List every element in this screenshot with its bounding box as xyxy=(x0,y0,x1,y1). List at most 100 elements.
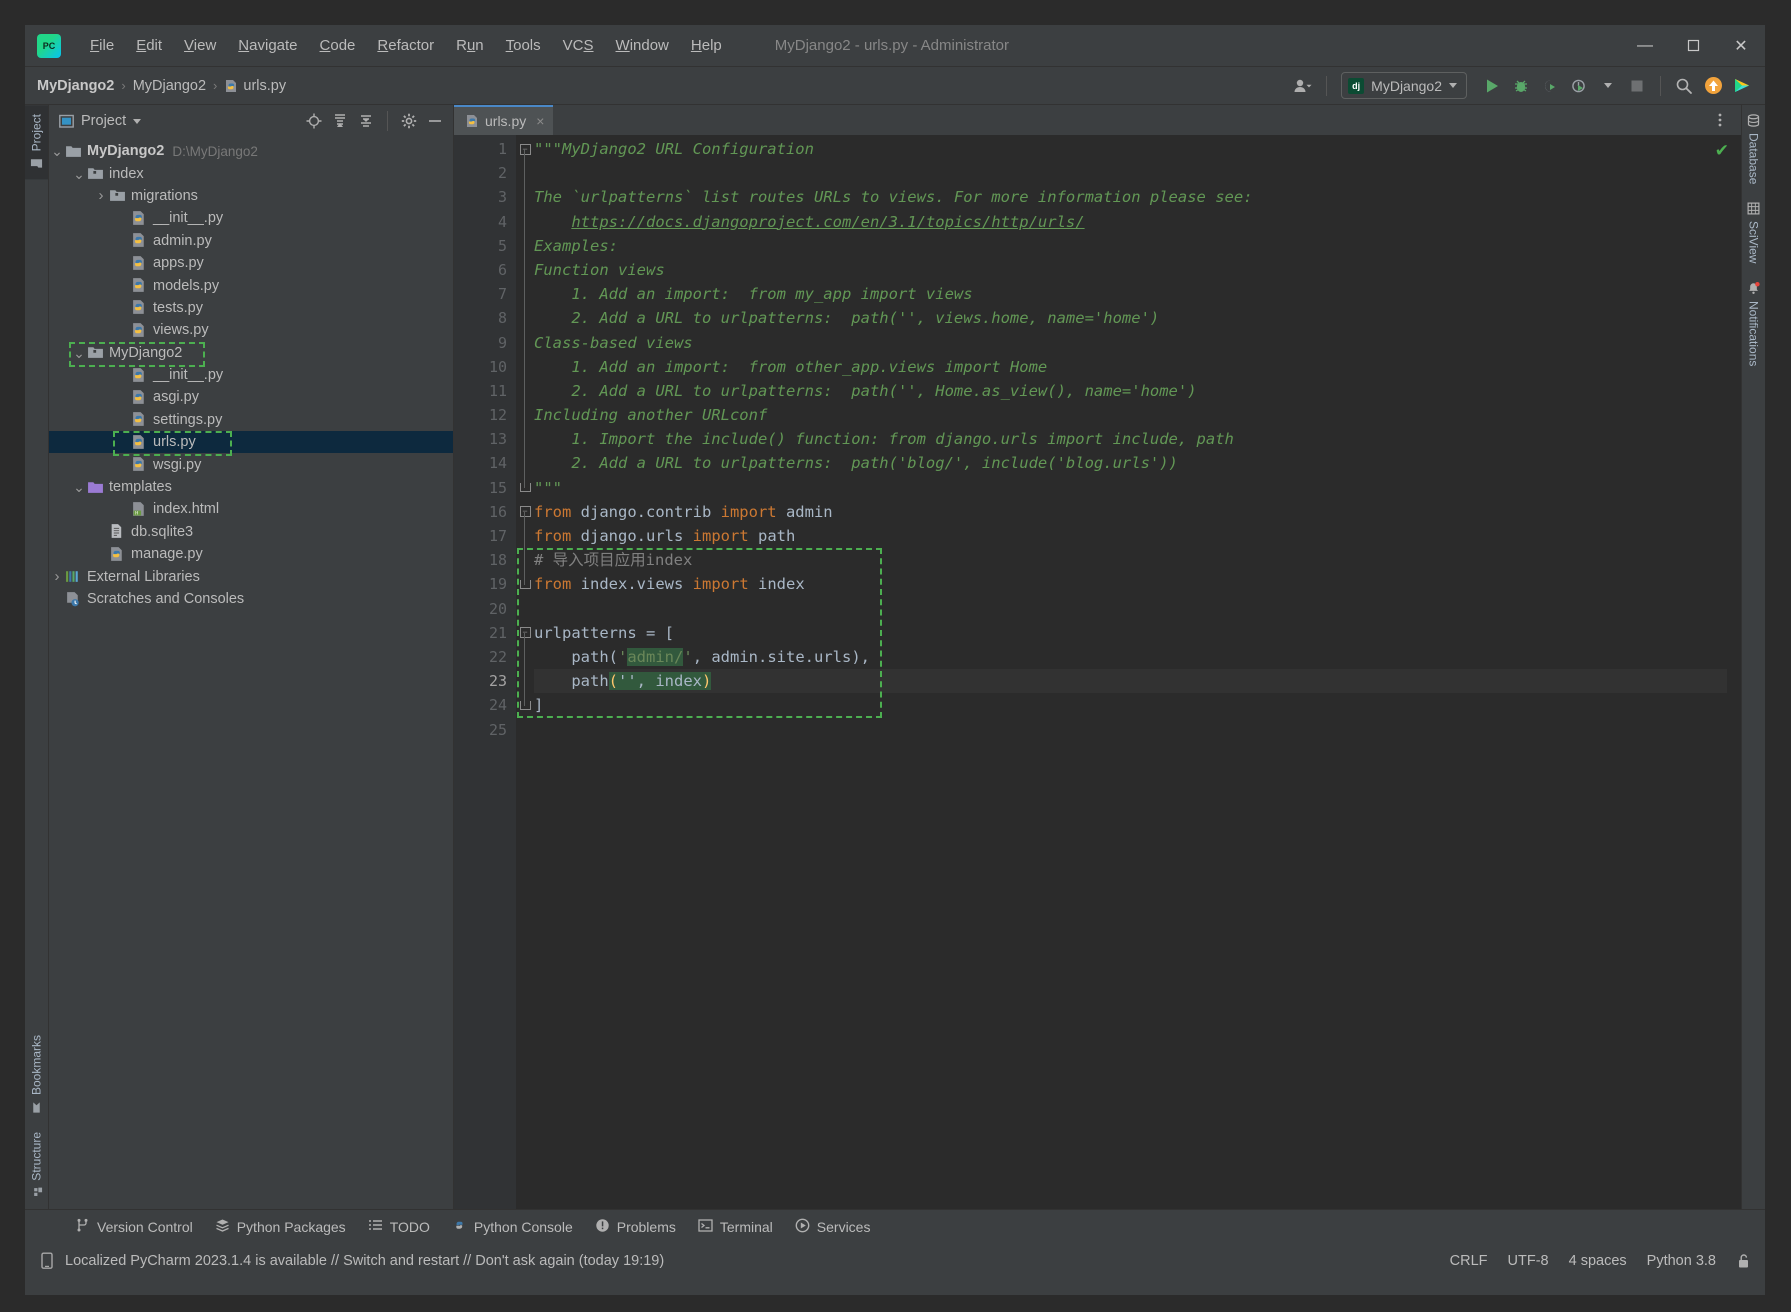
close-button[interactable]: ✕ xyxy=(1717,26,1765,66)
run-configuration-selector[interactable]: dj MyDjango2 xyxy=(1341,72,1467,99)
breadcrumb-item-2[interactable]: urls.py xyxy=(224,78,286,94)
menu-item-edit[interactable]: Edit xyxy=(125,33,173,58)
code-line[interactable]: path('admin/', admin.site.urls), xyxy=(534,645,1727,669)
tree-item-urls-py[interactable]: urls.py xyxy=(49,431,453,457)
tree-item-models-py[interactable]: models.py xyxy=(49,274,453,296)
code-line[interactable]: The `urlpatterns` list routes URLs to vi… xyxy=(534,185,1727,209)
chevron-down-icon[interactable] xyxy=(1595,73,1621,99)
tool-window-terminal[interactable]: Terminal xyxy=(698,1218,773,1236)
tree-item-external-libraries[interactable]: › External Libraries xyxy=(49,565,453,587)
code-line[interactable]: from index.views import index xyxy=(534,572,1727,596)
tool-window-python-console[interactable]: Python Console xyxy=(452,1218,573,1236)
chevron-down-icon[interactable]: ⌄ xyxy=(71,346,87,360)
run-coverage-icon[interactable] xyxy=(1537,73,1563,99)
tool-window-problems[interactable]: Problems xyxy=(595,1218,676,1236)
fold-toggle-icon[interactable]: − xyxy=(516,137,534,161)
tree-item-migrations[interactable]: › migrations xyxy=(49,185,453,207)
fold-toggle-icon[interactable]: − xyxy=(516,500,534,524)
sidebar-tab-notifications[interactable]: Notifications xyxy=(1742,273,1765,375)
menu-item-view[interactable]: View xyxy=(173,33,227,58)
tool-window-todo[interactable]: TODO xyxy=(368,1218,430,1236)
tree-item-templates[interactable]: ⌄ templates xyxy=(49,476,453,498)
code-line[interactable] xyxy=(534,161,1727,185)
code-line[interactable]: Class-based views xyxy=(534,331,1727,355)
menu-item-help[interactable]: Help xyxy=(680,33,733,58)
collapse-all-icon[interactable] xyxy=(354,109,378,133)
hide-panel-icon[interactable] xyxy=(423,109,447,133)
tree-item-settings-py[interactable]: settings.py xyxy=(49,409,453,431)
tree-item-manage-py[interactable]: manage.py xyxy=(49,543,453,565)
sidebar-tab-project[interactable]: Project xyxy=(25,105,48,180)
editor-scrollbar[interactable] xyxy=(1727,135,1741,1209)
run-icon[interactable] xyxy=(1479,73,1505,99)
code-line[interactable]: """MyDjango2 URL Configuration xyxy=(534,137,1727,161)
breadcrumb-item-0[interactable]: MyDjango2 xyxy=(37,78,114,94)
code-line[interactable]: 2. Add a URL to urlpatterns: path('blog/… xyxy=(534,451,1727,475)
stop-icon[interactable] xyxy=(1624,73,1650,99)
chevron-down-icon[interactable]: ⌄ xyxy=(71,167,87,181)
code-line[interactable]: 2. Add a URL to urlpatterns: path('', Ho… xyxy=(534,379,1727,403)
locate-icon[interactable] xyxy=(302,109,326,133)
code-line[interactable] xyxy=(534,718,1727,742)
sidebar-tab-database[interactable]: Database xyxy=(1742,105,1765,193)
ide-feature-icon[interactable] xyxy=(1729,73,1755,99)
code-editor[interactable]: 1 2 3 4 5 6 7 8 9 10 11 12 13 14 15 16 17 18 19 20 21 22 23 24 2… xyxy=(454,135,1741,1209)
tree-item-init-py[interactable]: __init__.py xyxy=(49,207,453,229)
tree-item-index-html[interactable]: Hindex.html xyxy=(49,498,453,520)
expand-all-icon[interactable] xyxy=(328,109,352,133)
tree-item-index[interactable]: ⌄ index xyxy=(49,162,453,184)
code-line[interactable]: # 导入项目应用index xyxy=(534,548,1727,572)
fold-toggle-icon[interactable] xyxy=(516,476,534,500)
code-line[interactable]: urlpatterns = [ xyxy=(534,621,1727,645)
tree-item-db-sqlite3[interactable]: db.sqlite3 xyxy=(49,521,453,543)
code-line[interactable]: Function views xyxy=(534,258,1727,282)
chevron-down-icon[interactable] xyxy=(133,118,142,124)
sidebar-tab-structure[interactable]: Structure xyxy=(25,1123,48,1209)
status-message[interactable]: Localized PyCharm 2023.1.4 is available … xyxy=(65,1253,664,1269)
code-line[interactable]: Including another URLconf xyxy=(534,403,1727,427)
tree-item-apps-py[interactable]: apps.py xyxy=(49,252,453,274)
interpreter-status[interactable]: Python 3.8 xyxy=(1647,1253,1716,1269)
code-line[interactable]: 1. Add an import: from other_app.views i… xyxy=(534,355,1727,379)
notification-icon[interactable] xyxy=(39,1252,55,1270)
chevron-right-icon[interactable]: › xyxy=(49,568,65,585)
tree-item-wsgi-py[interactable]: wsgi.py xyxy=(49,453,453,475)
menu-item-navigate[interactable]: Navigate xyxy=(227,33,308,58)
minimize-button[interactable]: — xyxy=(1621,26,1669,66)
unlocked-icon[interactable] xyxy=(1736,1253,1751,1269)
user-account-icon[interactable] xyxy=(1290,73,1316,99)
code-line[interactable]: 1. Add an import: from my_app import vie… xyxy=(534,282,1727,306)
maximize-button[interactable] xyxy=(1669,26,1717,66)
breadcrumb-item-1[interactable]: MyDjango2 xyxy=(133,78,206,94)
tree-item-asgi-py[interactable]: asgi.py xyxy=(49,386,453,408)
tree-item-mydjango2[interactable]: ⌄ MyDjango2 D:\MyDjango2 xyxy=(49,140,453,162)
tree-item-init-py[interactable]: __init__.py xyxy=(49,364,453,386)
sidebar-tab-sciview[interactable]: SciView xyxy=(1742,193,1765,272)
fold-toggle-icon[interactable] xyxy=(516,693,534,717)
indent-status[interactable]: 4 spaces xyxy=(1569,1253,1627,1269)
menu-item-run[interactable]: Run xyxy=(445,33,495,58)
fold-toggle-icon[interactable]: − xyxy=(516,621,534,645)
code-line[interactable]: path('', index) xyxy=(534,669,1727,694)
debug-icon[interactable] xyxy=(1508,73,1534,99)
menu-item-window[interactable]: Window xyxy=(605,33,680,58)
tool-window-version-control[interactable]: Version Control xyxy=(75,1218,193,1236)
code-line[interactable]: from django.contrib import admin xyxy=(534,500,1727,524)
chevron-down-icon[interactable]: ⌄ xyxy=(49,144,65,158)
chevron-right-icon[interactable]: › xyxy=(93,187,109,204)
profile-icon[interactable] xyxy=(1566,73,1592,99)
editor-tab-urls-py[interactable]: urls.py × xyxy=(454,105,554,135)
tree-item-scratches-and-consoles[interactable]: Scratches and Consoles xyxy=(49,588,453,610)
settings-gear-icon[interactable] xyxy=(397,109,421,133)
tree-item-views-py[interactable]: views.py xyxy=(49,319,453,341)
encoding-status[interactable]: UTF-8 xyxy=(1508,1253,1549,1269)
menu-item-refactor[interactable]: Refactor xyxy=(366,33,445,58)
code-line[interactable]: from django.urls import path xyxy=(534,524,1727,548)
more-options-icon[interactable] xyxy=(1707,107,1733,133)
code-line[interactable]: 1. Import the include() function: from d… xyxy=(534,427,1727,451)
code-line[interactable]: Examples: xyxy=(534,234,1727,258)
tool-window-services[interactable]: Services xyxy=(795,1218,870,1236)
project-tree[interactable]: ⌄ MyDjango2 D:\MyDjango2 ⌄ index › migrations _… xyxy=(49,137,453,1209)
search-everywhere-icon[interactable] xyxy=(1671,73,1697,99)
inspection-status-icon[interactable]: ✔ xyxy=(1715,141,1729,161)
